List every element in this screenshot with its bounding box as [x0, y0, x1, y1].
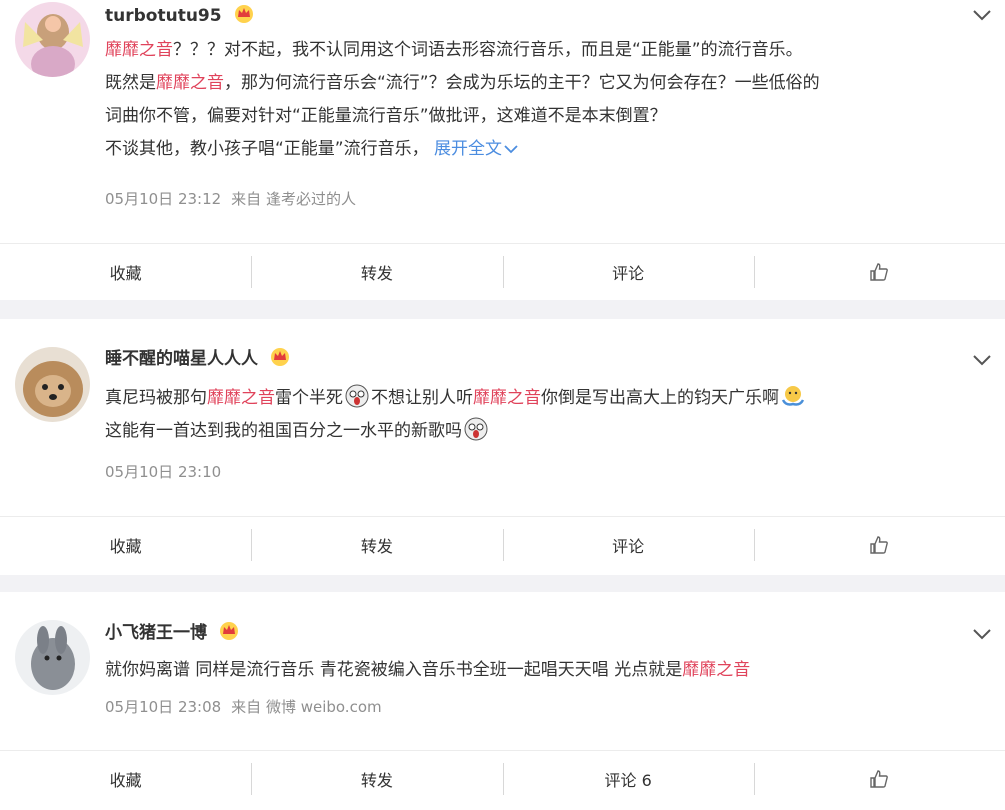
timestamp: 05月10日 23:10 — [105, 463, 222, 481]
collect-button[interactable]: 收藏 — [0, 751, 251, 807]
repost-button[interactable]: 转发 — [251, 244, 502, 300]
comment-button[interactable]: 评论 — [502, 517, 754, 573]
like-button[interactable] — [753, 244, 1005, 300]
repost-button[interactable]: 转发 — [251, 517, 502, 573]
chevron-down-icon — [504, 145, 518, 154]
thumbs-up-icon — [870, 263, 889, 281]
like-button[interactable] — [753, 517, 1005, 573]
username-text[interactable]: turbotutu95 — [105, 6, 222, 26]
avatar[interactable] — [15, 2, 90, 77]
chevron-down-icon[interactable] — [973, 628, 991, 640]
highlight-phrase[interactable]: 靡靡之音 — [207, 388, 275, 408]
comment-card: 小飞猪王一博 就你妈离谱 同样是流行音乐 青花瓷被编入音乐书全班一起唱天天唱 光… — [0, 592, 1005, 810]
vip-crown-icon — [270, 348, 289, 366]
comment-button[interactable]: 评论 6 — [502, 751, 754, 807]
action-bar: 收藏 转发 评论 6 — [0, 750, 1005, 807]
collect-button[interactable]: 收藏 — [0, 517, 251, 573]
comment-button[interactable]: 评论 — [502, 244, 754, 300]
repost-button[interactable]: 转发 — [251, 751, 502, 807]
highlight-phrase[interactable]: 靡靡之音 — [156, 73, 224, 93]
thumbs-up-icon — [870, 536, 889, 554]
comment-meta: 05月10日 23:08 来自 微博 weibo.com — [105, 697, 392, 717]
chevron-down-icon[interactable] — [973, 354, 991, 366]
comment-card: 睡不醒的喵星人人人 真尼玛被那句靡靡之音雷个半死 不想让别人听靡靡之音你倒是写出高… — [0, 319, 1005, 575]
comment-card: turbotutu95 靡靡之音？？？对不起，我不认同用这个词语去形容流行音乐，… — [0, 0, 1005, 300]
expand-full-text-link[interactable]: 展开全文 — [434, 139, 518, 159]
username-text[interactable]: 睡不醒的喵星人人人 — [105, 349, 258, 369]
collect-button[interactable]: 收藏 — [0, 244, 251, 300]
comment-text: 靡靡之音？？？对不起，我不认同用这个词语去形容流行音乐，而且是“正能量”的流行音… — [105, 40, 820, 159]
avatar[interactable] — [15, 347, 90, 422]
source[interactable]: 来自 微博 weibo.com — [231, 698, 381, 716]
comment-meta: 05月10日 23:12 来自 逢考必过的人 — [105, 189, 366, 209]
highlight-phrase[interactable]: 靡靡之音 — [682, 660, 750, 680]
like-button[interactable] — [753, 751, 1005, 807]
chevron-down-icon[interactable] — [973, 9, 991, 21]
comment-text: 真尼玛被那句靡靡之音雷个半死 不想让别人听靡靡之音你倒是写出高大上的钧天广乐啊 这… — [105, 382, 985, 448]
action-bar: 收藏 转发 评论 — [0, 516, 1005, 573]
thumbs-up-icon — [870, 770, 889, 788]
username-text[interactable]: 小飞猪王一博 — [105, 623, 207, 643]
comment-meta: 05月10日 23:10 — [105, 462, 231, 482]
comment-text: 就你妈离谱 同样是流行音乐 青花瓷被编入音乐书全班一起唱天天唱 光点就是靡靡之音 — [105, 660, 751, 680]
timestamp: 05月10日 23:12 — [105, 190, 222, 208]
timestamp: 05月10日 23:08 — [105, 698, 222, 716]
vip-crown-icon — [219, 622, 238, 640]
shocked-emoji-icon — [464, 417, 488, 441]
source[interactable]: 来自 逢考必过的人 — [231, 190, 356, 208]
username[interactable]: 睡不醒的喵星人人人 — [105, 346, 290, 372]
username[interactable]: turbotutu95 — [105, 3, 254, 29]
username[interactable]: 小飞猪王一博 — [105, 620, 239, 646]
action-bar: 收藏 转发 评论 — [0, 243, 1005, 300]
highlight-phrase[interactable]: 靡靡之音 — [105, 40, 173, 60]
shocked-emoji-icon — [345, 384, 369, 408]
shrug-emoji-icon — [781, 386, 805, 406]
highlight-phrase[interactable]: 靡靡之音 — [473, 388, 541, 408]
vip-crown-icon — [234, 5, 253, 23]
avatar[interactable] — [15, 620, 90, 695]
